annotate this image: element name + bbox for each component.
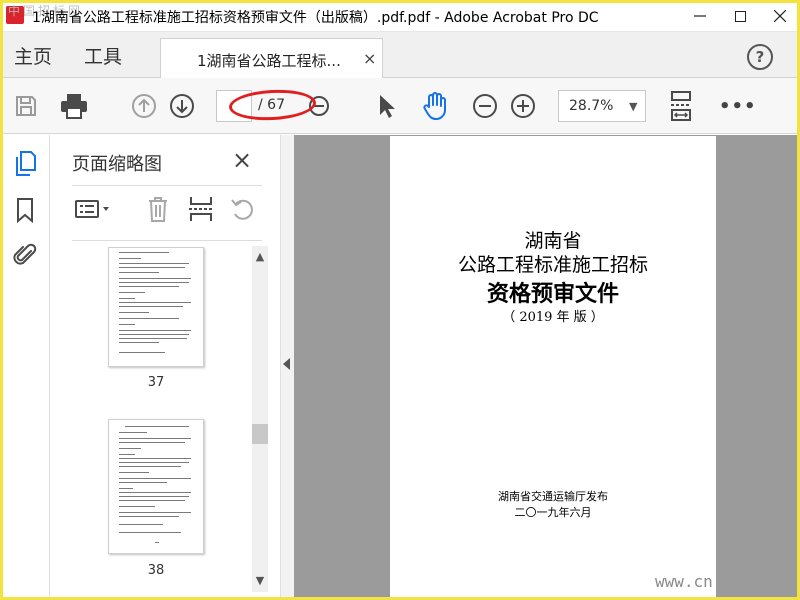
thumbnail-page[interactable] [108, 247, 204, 367]
zoom-out-button[interactable] [470, 78, 500, 134]
plus-circle-icon [511, 94, 535, 118]
scroll-up-icon[interactable]: ▲ [252, 250, 268, 263]
tab-document[interactable]: 1湖南省公路工程标... × [160, 38, 383, 79]
hand-tool-button[interactable] [418, 78, 452, 134]
arrow-down-circle-icon [170, 94, 194, 118]
thumbnail-page-label: 38 [147, 563, 165, 578]
panel-divider-top [72, 185, 262, 186]
previous-page-button[interactable] [128, 78, 160, 134]
doc-title-line-1: 湖南省 [524, 230, 582, 252]
hand-icon [423, 92, 446, 120]
chevron-down-icon: ▼ [629, 100, 638, 113]
panel-close-button[interactable]: × [232, 146, 252, 174]
thumbnail-page[interactable] [108, 419, 204, 554]
scroll-down-icon[interactable]: ▼ [252, 574, 268, 587]
toolbar: / 67 28.7% ▼ ••• [0, 78, 800, 134]
split-pages-button[interactable] [188, 193, 214, 225]
page-layout-button[interactable] [666, 78, 696, 134]
rotate-page-button[interactable] [230, 193, 256, 225]
tab-document-label: 1湖南省公路工程标... [197, 52, 341, 70]
minimize-icon [694, 15, 706, 17]
save-button[interactable] [10, 78, 42, 134]
zoom-value: 28.7% [569, 98, 614, 114]
trash-icon [149, 197, 167, 222]
page-break-icon [189, 197, 213, 221]
tab-bar: 主页 工具 1湖南省公路工程标... × [0, 32, 800, 79]
print-button[interactable] [56, 78, 92, 134]
rotate-icon [231, 199, 253, 220]
zoom-in-button[interactable] [508, 78, 538, 134]
options-menu-icon [75, 200, 109, 218]
cursor-arrow-icon [380, 95, 395, 118]
pages-icon [16, 151, 36, 176]
delete-page-button[interactable] [146, 193, 170, 225]
corner-watermark: www.cn [655, 572, 713, 591]
select-tool-button[interactable] [372, 78, 402, 134]
more-tools-button[interactable]: ••• [719, 96, 757, 117]
close-window-button[interactable] [760, 0, 800, 32]
thumbnail-options-button[interactable] [74, 193, 112, 225]
document-page[interactable] [390, 136, 716, 600]
tab-tools[interactable]: 工具 [84, 42, 122, 69]
maximize-button[interactable] [720, 0, 760, 32]
attachments-button[interactable] [10, 239, 40, 269]
minimize-button[interactable] [680, 0, 720, 32]
doc-date: 二〇一九年六月 [514, 506, 592, 519]
zoom-level-select[interactable]: 28.7% ▼ [558, 90, 646, 122]
thumbnail-scrollbar-thumb[interactable] [252, 424, 268, 444]
collapse-panel-icon[interactable] [283, 358, 290, 370]
bookmarks-button[interactable] [10, 195, 40, 225]
tab-document-close-button[interactable]: × [363, 49, 376, 68]
panel-divider-bottom [72, 240, 262, 241]
save-icon [16, 96, 36, 116]
help-button[interactable]: ? [747, 44, 773, 70]
doc-title-line-2: 公路工程标准施工招标 [457, 254, 648, 276]
fit-width-icon [671, 91, 691, 121]
doc-publisher: 湖南省交通运输厅发布 [498, 490, 608, 503]
tab-home[interactable]: 主页 [14, 42, 52, 69]
paperclip-icon [13, 243, 37, 265]
close-icon [774, 10, 786, 22]
next-page-button[interactable] [166, 78, 198, 134]
page-thumbnails-button[interactable] [10, 149, 40, 179]
printer-icon [61, 94, 87, 119]
minus-circle-icon [473, 94, 497, 118]
doc-edition: （ 2019 年 版 ） [502, 310, 604, 325]
panel-title: 页面缩略图 [72, 154, 162, 175]
thumbnail-list: 37 38 [72, 247, 272, 600]
left-navigation-rail [0, 135, 50, 600]
arrow-up-circle-icon [132, 94, 156, 118]
doc-title-line-3: 资格预审文件 [486, 281, 619, 307]
title-bar: 中国招标网 1湖南省公路工程标准施工招标资格预审文件（出版稿）.pdf.pdf … [0, 0, 800, 32]
thumbnails-panel: 页面缩略图 × 37 38 [50, 135, 280, 600]
thumbnail-page-label: 37 [147, 375, 165, 390]
maximize-icon [734, 10, 746, 22]
window-title: 1湖南省公路工程标准施工招标资格预审文件（出版稿）.pdf.pdf - Adob… [32, 10, 599, 26]
bookmark-icon [17, 198, 33, 223]
thumbnail-scrollbar[interactable] [252, 246, 268, 592]
